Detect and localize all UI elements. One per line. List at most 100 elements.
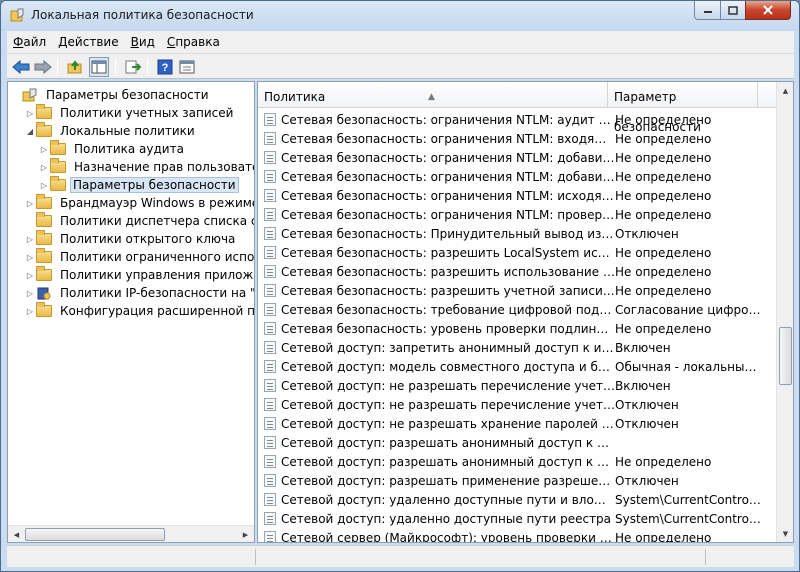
properties-button[interactable] [177, 57, 197, 77]
table-row[interactable]: Сетевая безопасность: разрешить использо… [258, 262, 778, 281]
expand-arrow-icon[interactable]: ▷ [24, 109, 36, 118]
scroll-left-icon[interactable]: ◀ [8, 526, 25, 542]
expand-arrow-icon[interactable]: ▷ [24, 199, 36, 208]
toolbar: ? [7, 53, 794, 79]
table-row[interactable]: Сетевой доступ: разрешать применение раз… [258, 471, 778, 490]
tree-item-label: Политики учетных записей [60, 106, 234, 120]
expand-arrow-icon[interactable]: ▷ [24, 271, 36, 280]
column-header-policy[interactable]: Политика ▲ [258, 82, 608, 108]
scroll-thumb[interactable] [25, 528, 165, 541]
tree-item[interactable]: ▷ Брандмауэр Windows в режиме пов [24, 194, 254, 212]
table-row[interactable]: Сетевая безопасность: ограничения NTLM: … [258, 186, 778, 205]
table-row[interactable]: Сетевая безопасность: ограничения NTLM: … [258, 110, 778, 129]
table-row[interactable]: Сетевая безопасность: разрешить учетной … [258, 281, 778, 300]
policy-name: Сетевая безопасность: ограничения NTLM: … [281, 150, 615, 165]
policy-name: Сетевая безопасность: требование цифрово… [281, 302, 615, 317]
table-row[interactable]: Сетевой доступ: не разрешать перечислени… [258, 395, 778, 414]
folder-icon [36, 230, 52, 246]
expand-arrow-icon[interactable]: ▷ [38, 181, 50, 190]
menu-file[interactable]: Файл [7, 35, 52, 49]
expand-arrow-icon[interactable]: ◢ [24, 127, 36, 136]
tree-item[interactable]: ▷ Назначение прав пользователя [38, 158, 255, 176]
list-header: Политика ▲ Параметр безопасности [258, 82, 778, 134]
tree-item[interactable]: Политики диспетчера списка сетей [24, 212, 254, 230]
table-row[interactable]: Сетевой доступ: запретить анонимный дост… [258, 338, 778, 357]
minimize-button[interactable] [694, 1, 721, 20]
policy-name: Сетевой доступ: разрешать анонимный дост… [281, 435, 615, 450]
table-row[interactable]: Сетевая безопасность: ограничения NTLM: … [258, 148, 778, 167]
list-vertical-scrollbar[interactable]: ▲ ▼ [776, 82, 793, 542]
tree-item[interactable]: ▷ Политики управления приложения [24, 266, 254, 284]
table-row[interactable]: Сетевой доступ: не разрешать хранение па… [258, 414, 778, 433]
title-bar[interactable]: Локальная политика безопасности [1, 1, 799, 31]
show-tree-button[interactable] [89, 57, 109, 77]
expand-arrow-icon[interactable]: ▷ [24, 253, 36, 262]
close-button[interactable] [745, 1, 791, 20]
table-row[interactable]: Сетевой доступ: разрешать анонимный дост… [258, 433, 778, 452]
tree-item[interactable]: ▷ Политики учетных записей [24, 104, 237, 122]
table-row[interactable]: Сетевая безопасность: ограничения NTLM: … [258, 205, 778, 224]
expand-arrow-icon[interactable]: ▷ [24, 289, 36, 298]
up-one-level-button[interactable] [65, 57, 85, 77]
policy-setting: Не определено [615, 264, 712, 279]
policy-icon [264, 303, 276, 316]
table-row[interactable]: Сетевой доступ: удаленно доступные пути … [258, 509, 778, 528]
table-row[interactable]: Сетевая безопасность: ограничения NTLM: … [258, 167, 778, 186]
table-row[interactable]: Сетевая безопасность: требование цифрово… [258, 300, 778, 319]
table-row[interactable]: Сетевая безопасность: Принудительный выв… [258, 224, 778, 243]
tree-item-label: Политики ограниченного использо [60, 250, 255, 264]
help-button[interactable]: ? [155, 57, 175, 77]
scroll-up-icon[interactable]: ▲ [777, 82, 793, 99]
tree-item-label: Политики открытого ключа [60, 232, 236, 246]
menu-help[interactable]: Справка [161, 35, 226, 49]
maximize-button[interactable] [720, 1, 746, 20]
table-row[interactable]: Сетевой сервер (Майкрософт): уровень про… [258, 528, 778, 543]
console-tree: Параметры безопасности ▷ Политики учетных … [7, 81, 255, 543]
expand-arrow-icon[interactable]: ▷ [38, 163, 50, 172]
tree-item[interactable]: ▷ Параметры безопасности [38, 176, 239, 194]
policy-setting: Отключен [615, 473, 679, 488]
table-row[interactable]: Сетевая безопасность: ограничения NTLM: … [258, 129, 778, 148]
scroll-down-icon[interactable]: ▼ [777, 525, 793, 542]
folder-icon [36, 122, 52, 138]
table-row[interactable]: Сетевая безопасность: уровень проверки п… [258, 319, 778, 338]
tree-item-label: Политика аудита [74, 142, 184, 156]
table-row[interactable]: Сетевая безопасность: разрешить LocalSys… [258, 243, 778, 262]
table-row[interactable]: Сетевой доступ: разрешать анонимный дост… [258, 452, 778, 471]
tree-item[interactable]: ▷ Конфигурация расширенной полит [24, 302, 254, 320]
scroll-thumb[interactable] [779, 327, 792, 385]
policy-icon [264, 531, 276, 542]
tree-horizontal-scrollbar[interactable]: ◀ ▶ [8, 525, 254, 542]
menu-help-label: правка [175, 35, 220, 49]
expand-arrow-icon[interactable]: ▷ [24, 307, 36, 316]
tree-item[interactable]: ▷ Политики ограниченного использо [24, 248, 255, 266]
menu-view[interactable]: Вид [125, 35, 161, 49]
expand-arrow-icon[interactable]: ▷ [38, 145, 50, 154]
tree-item-label: Политики управления приложения [60, 268, 254, 282]
column-header-setting[interactable]: Параметр безопасности [608, 82, 758, 134]
policy-icon [264, 360, 276, 373]
menu-file-label: айл [23, 35, 47, 49]
tree-item[interactable]: ▷ Политика аудита [38, 140, 188, 158]
expand-arrow-icon[interactable]: ▷ [24, 235, 36, 244]
tree-item[interactable]: Параметры безопасности [10, 86, 213, 104]
folder-icon [36, 302, 52, 318]
table-row[interactable]: Сетевой доступ: удаленно доступные пути … [258, 490, 778, 509]
tree-item-label: Параметры безопасности [46, 88, 209, 102]
back-button[interactable] [11, 57, 31, 77]
forward-button[interactable] [33, 57, 53, 77]
export-list-button[interactable] [123, 57, 143, 77]
table-row[interactable]: Сетевой доступ: не разрешать перечислени… [258, 376, 778, 395]
ipsec-icon [36, 286, 52, 300]
menu-bar: Файл Действие Вид Справка [7, 31, 794, 53]
tree-item[interactable]: ▷ Политики IP-безопасности на "Лока [24, 284, 254, 302]
scroll-right-icon[interactable]: ▶ [237, 526, 254, 542]
menu-action[interactable]: Действие [52, 35, 124, 49]
tree-item-label: Назначение прав пользователя [74, 160, 255, 174]
table-row[interactable]: Сетевой доступ: модель совместного досту… [258, 357, 778, 376]
policy-name: Сетевой доступ: запретить анонимный дост… [281, 340, 615, 355]
policy-name: Сетевой сервер (Майкрософт): уровень про… [281, 530, 615, 543]
folder-icon [36, 104, 52, 120]
tree-item[interactable]: ◢ Локальные политики [24, 122, 199, 140]
tree-item[interactable]: ▷ Политики открытого ключа [24, 230, 239, 248]
